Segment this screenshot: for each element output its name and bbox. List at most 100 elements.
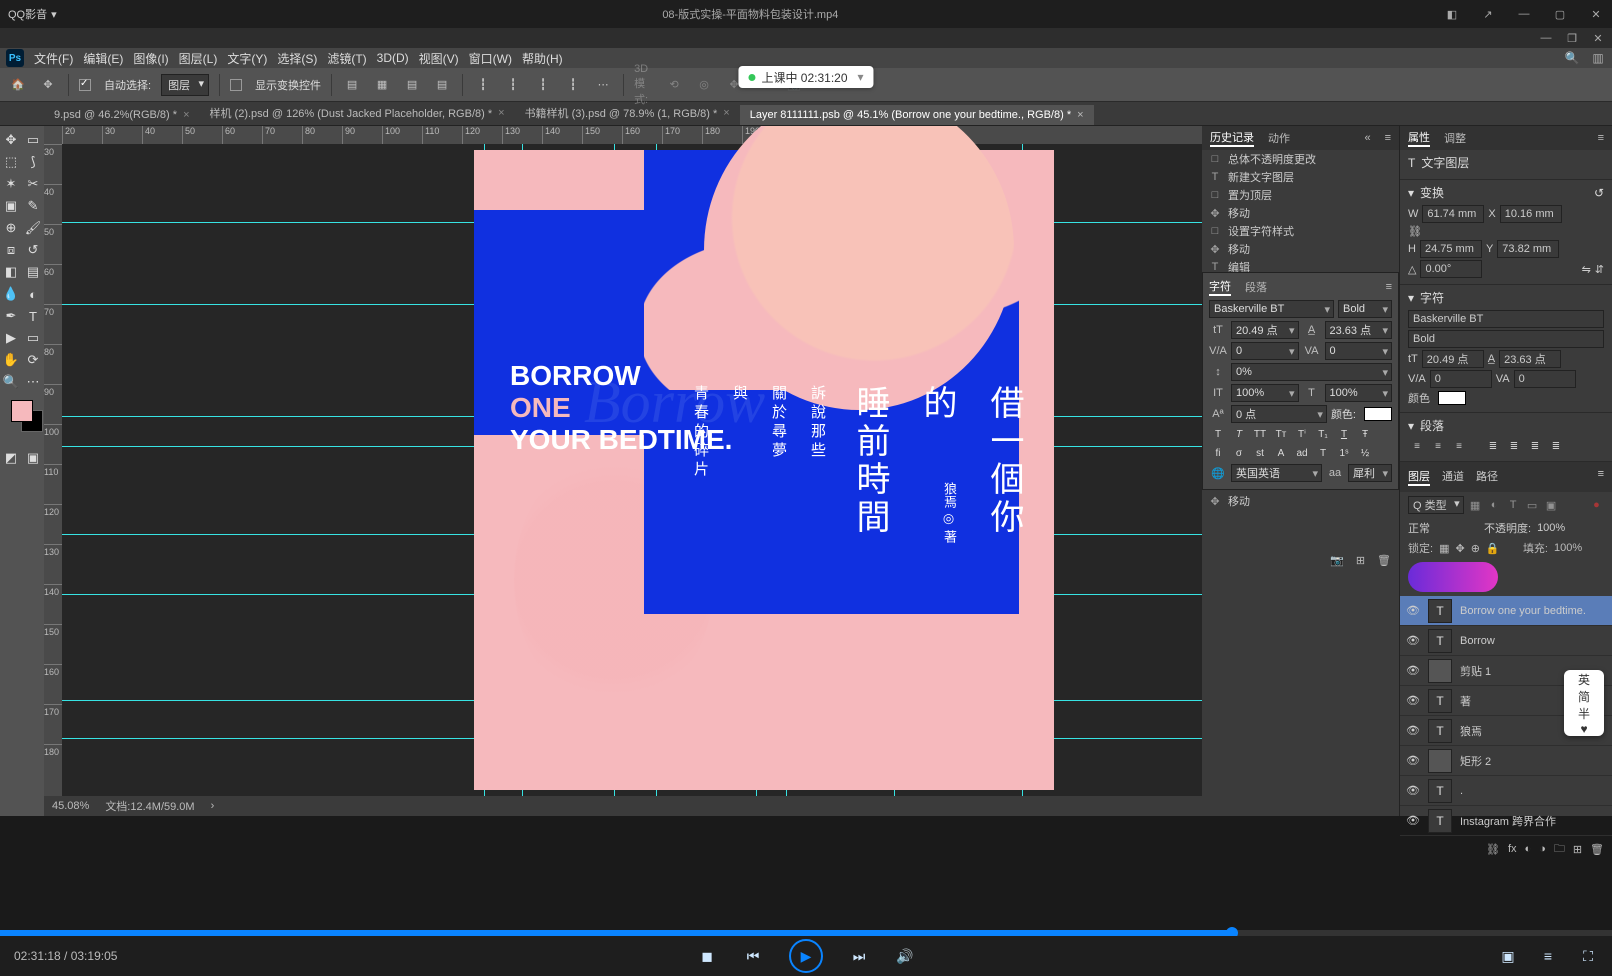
fi-button[interactable]: fi [1209,445,1227,461]
heal-tool[interactable]: ⊕ [1,218,21,238]
distribute-bottom-icon[interactable]: ┇ [533,75,553,95]
tracking-field[interactable]: 0 [1325,342,1393,360]
leading-field[interactable]: 23.63 点 [1325,321,1393,339]
tab-channels[interactable]: 通道 [1442,468,1464,486]
tab-paragraph[interactable]: 段落 [1245,279,1267,295]
quickmask-icon[interactable]: ◩ [1,448,21,468]
panel-menu-icon[interactable]: ≡ [1598,468,1604,486]
stamp-tool[interactable]: ⧈ [1,240,21,260]
prev-button[interactable]: ⏮ [743,946,763,966]
quick-select-tool[interactable]: ✶ [1,174,21,194]
tab-actions[interactable]: 动作 [1268,130,1290,146]
align-center-button[interactable]: ≡ [1429,438,1447,454]
allcaps-button[interactable]: TT [1251,426,1269,442]
prop-size-field[interactable]: 20.49 点 [1422,350,1484,368]
orbit-icon[interactable]: ⟲ [664,75,684,95]
visibility-icon[interactable]: 👁 [1406,694,1420,707]
menu-help[interactable]: 帮助(H) [522,50,563,67]
play-button[interactable]: ▶ [789,939,823,973]
gradient-tool[interactable]: ▤ [23,262,43,282]
artboard-tool[interactable]: ▭ [23,130,43,150]
align-left-icon[interactable]: ▤ [342,75,362,95]
lasso-tool[interactable]: ⟆ [23,152,43,172]
fullscreen-icon[interactable]: ⛶ [1578,946,1598,966]
transform-caret-icon[interactable]: ▾ [1408,186,1414,200]
visibility-icon[interactable]: 👁 [1406,784,1420,797]
prop-h-field[interactable]: 24.75 mm [1420,240,1482,258]
filter-shape-icon[interactable]: ▭ [1525,498,1540,513]
baseline-field[interactable]: 0 点 [1231,405,1327,423]
ps-logo-icon[interactable]: Ps [6,49,24,67]
mask-icon[interactable]: ◐ [1525,843,1532,855]
font-weight-dropdown[interactable]: Bold [1338,300,1392,318]
menu-image[interactable]: 图像(I) [133,50,168,67]
prop-w-field[interactable]: 61.74 mm [1422,205,1484,223]
canvas-area[interactable]: 2030405060708090100110120130140150160170… [44,126,1202,816]
prop-font-dropdown[interactable]: Baskerville BT [1408,310,1604,328]
fill-field[interactable]: 100% [1554,542,1604,554]
prop-va-field[interactable]: 0 [1430,370,1492,388]
font-family-dropdown[interactable]: Baskerville BT [1209,300,1334,318]
align-right-button[interactable]: ≡ [1450,438,1468,454]
filter-smart-icon[interactable]: ▣ [1544,498,1559,513]
prop-color-swatch[interactable] [1438,391,1466,405]
history-item[interactable]: ✥移动 [1202,204,1399,222]
tab-character[interactable]: 字符 [1209,278,1231,296]
close-tab-icon[interactable]: × [183,109,189,121]
auto-select-dropdown[interactable]: 图层 [161,74,209,96]
filter-pixel-icon[interactable]: ▦ [1468,498,1483,513]
dodge-tool[interactable]: ◐ [23,284,43,304]
crop-tool[interactable]: ✂ [23,174,43,194]
history-brush-tool[interactable]: ↺ [23,240,43,260]
history-item[interactable]: ✥移动 [1202,492,1399,510]
layer-item[interactable]: 👁矩形 2 [1400,746,1612,776]
visibility-icon[interactable]: 👁 [1406,814,1420,827]
foreground-color-swatch[interactable] [11,400,33,422]
hscale2-field[interactable]: 100% [1325,384,1393,402]
link-wh-icon[interactable]: ⛓ [1408,225,1422,238]
menu-3d[interactable]: 3D(D) [377,51,409,65]
antialias-dropdown[interactable]: 犀利 [1348,464,1392,482]
zoom-readout[interactable]: 45.08% [52,800,89,812]
hand-tool[interactable]: ✋ [1,350,21,370]
playlist-icon[interactable]: ≡ [1538,946,1558,966]
lock-position-icon[interactable]: ✥ [1455,542,1464,555]
subscript-button[interactable]: T₁ [1314,426,1332,442]
marquee-tool[interactable]: ⬚ [1,152,21,172]
fx-icon[interactable]: fx [1508,843,1517,855]
menu-edit[interactable]: 编辑(E) [83,50,123,67]
align-left-button[interactable]: ≡ [1408,438,1426,454]
justify-center-button[interactable]: ≣ [1505,438,1523,454]
ruler-horizontal[interactable]: 2030405060708090100110120130140150160170… [62,126,1202,144]
ps-restore-icon[interactable]: ❐ [1564,30,1580,46]
layer-item[interactable]: 👁TInstagram 跨界合作 [1400,806,1612,836]
adjustment-icon[interactable]: ◑ [1539,843,1546,855]
char-caret-icon[interactable]: ▾ [1408,291,1414,305]
menu-filter[interactable]: 滤镜(T) [327,50,366,67]
history-item[interactable]: □总体不透明度更改 [1202,150,1399,168]
justify-left-button[interactable]: ≣ [1484,438,1502,454]
more-align-icon[interactable]: ⋯ [593,75,613,95]
snapshot-icon[interactable]: 📷 [1330,554,1344,567]
shape-tool[interactable]: ▭ [23,328,43,348]
vscale-field[interactable]: 0% [1231,363,1392,381]
move-tool[interactable]: ✥ [1,130,21,150]
next-button[interactable]: ⏭ [849,946,869,966]
live-class-indicator[interactable]: 上课中 02:31:20 [738,66,873,88]
visibility-icon[interactable]: 👁 [1406,604,1420,617]
menu-select[interactable]: 选择(S) [277,50,317,67]
lock-pixels-icon[interactable]: ▦ [1439,542,1449,555]
prop-angle-field[interactable]: 0.00° [1420,260,1482,278]
delete-state-icon[interactable]: 🗑 [1377,554,1391,567]
search-icon[interactable]: 🔍 [1564,50,1580,66]
smallcaps-button[interactable]: Tᴛ [1272,426,1290,442]
visibility-icon[interactable]: 👁 [1406,634,1420,647]
maximize-icon[interactable]: ▢ [1552,6,1568,22]
justify-all-button[interactable]: ≣ [1547,438,1565,454]
visibility-icon[interactable]: 👁 [1406,754,1420,767]
menu-window[interactable]: 窗口(W) [469,50,512,67]
layer-item[interactable]: 👁T. [1400,776,1612,806]
layer-item[interactable]: 👁TBorrow [1400,626,1612,656]
prop-x-field[interactable]: 10.16 mm [1500,205,1562,223]
tab-paths[interactable]: 路径 [1476,468,1498,486]
